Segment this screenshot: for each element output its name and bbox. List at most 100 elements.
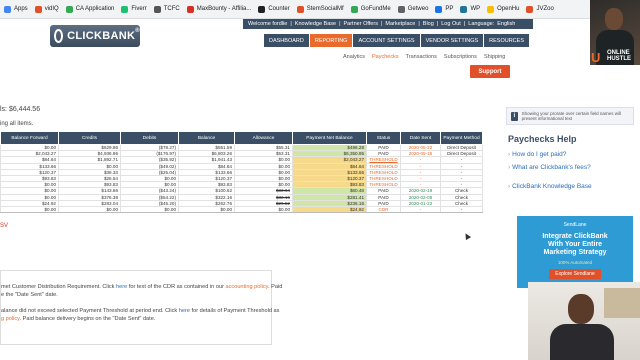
- chevron-right-icon: ›: [508, 151, 511, 158]
- bookmark-label: Apps: [14, 6, 28, 12]
- help-link-knowledge-base[interactable]: › ClickBank Knowledge Base: [508, 183, 592, 190]
- subnav-analytics[interactable]: Analytics: [343, 54, 365, 60]
- main-nav: DASHBOARD REPORTING ACCOUNT SETTINGS VENDOR…: [264, 34, 530, 47]
- bookmark-item[interactable]: JVZoo: [526, 5, 554, 13]
- ad-cta-button[interactable]: Explore Sendlane: [549, 269, 601, 279]
- help-link-label: What are Clickbank's fees?: [512, 164, 591, 171]
- nav-tab-resources[interactable]: RESOURCES: [484, 34, 529, 47]
- column-header: Allowance: [234, 131, 293, 145]
- clickbank-header: Welcome fordlie | Knowledge Base | Partner O…: [0, 19, 640, 63]
- topnav-separator: |: [463, 21, 466, 27]
- bookmark-favicon-icon: [153, 5, 161, 13]
- topnav-link[interactable]: Knowledge Base: [295, 21, 336, 27]
- footnotes-box: met Customer Distribution Requirement. C…: [0, 270, 282, 345]
- footnote-link[interactable]: here: [116, 284, 127, 290]
- footnote-line: met Customer Distribution Requirement. C…: [1, 283, 282, 291]
- table-cell: $0.00: [0, 205, 59, 214]
- table-cell[interactable]: THRESHOLD: [366, 168, 401, 176]
- bookmark-favicon-icon: [121, 5, 129, 13]
- footnote-text: . Paid balance delivery begins on the "D…: [19, 316, 156, 322]
- subnav-paychecks[interactable]: Paychecks: [372, 54, 399, 60]
- clickbank-logo[interactable]: CLICKBANK ®: [50, 25, 140, 47]
- topnav-link[interactable]: Welcome fordlie: [248, 21, 287, 27]
- paychecks-table: Balance Forward Credits Debits Balance Allow…: [0, 131, 483, 214]
- topnav-link[interactable]: Blog: [423, 21, 434, 27]
- nav-tab-account-settings[interactable]: ACCOUNT SETTINGS: [353, 34, 420, 47]
- subnav-transactions[interactable]: Transactions: [406, 54, 437, 60]
- bookmark-favicon-icon: [34, 5, 42, 13]
- bookmark-favicon-icon: [186, 5, 194, 13]
- support-label: Support: [478, 68, 502, 75]
- footnote-line: e the "Date Sent" date.: [1, 291, 271, 299]
- bookmark-item[interactable]: Getweo: [397, 5, 428, 13]
- presenter-head: [568, 294, 594, 324]
- table-cell[interactable]: THRESHOLD: [366, 156, 401, 164]
- bookmark-favicon-icon: [526, 5, 534, 13]
- help-link-fees[interactable]: › What are Clickbank's fees?: [508, 164, 591, 171]
- ad-title-line: Integrate ClickBank: [542, 233, 608, 240]
- table-row[interactable]: $0.00 $0.00 $0.00 $0.00 $0.00 $24.92 CDR - -: [0, 205, 483, 214]
- table-cell[interactable]: THRESHOLD: [366, 174, 401, 183]
- footnote-text: alance did not exceed selected Payment T…: [1, 308, 179, 314]
- download-csv-link[interactable]: SV: [0, 223, 8, 229]
- bookmark-favicon-icon: [460, 5, 468, 13]
- column-header: Status: [366, 131, 401, 145]
- nav-tab-vendor-settings[interactable]: VENDOR SETTINGS: [420, 34, 484, 47]
- help-title: Paychecks Help: [508, 134, 577, 144]
- bookmark-item[interactable]: Fiverr: [121, 5, 147, 13]
- bookmark-item[interactable]: CA Application: [65, 5, 114, 13]
- bookmark-item[interactable]: TCFC: [153, 5, 180, 13]
- bookmark-item[interactable]: Apps: [4, 5, 28, 13]
- bookmark-item[interactable]: PP: [435, 5, 454, 13]
- nav-tab-reporting[interactable]: REPORTING: [309, 34, 353, 47]
- bookmark-item[interactable]: WP: [460, 5, 480, 13]
- bookmark-label: PP: [445, 6, 454, 12]
- chevron-right-icon: ›: [508, 164, 511, 171]
- topnav-link[interactable]: Marketplace: [385, 21, 415, 27]
- bookmark-item[interactable]: vidIQ: [34, 5, 59, 13]
- footnote-link[interactable]: here: [179, 308, 190, 314]
- bookmark-item[interactable]: Counter: [258, 5, 290, 13]
- help-link-label: ClickBank Knowledge Base: [512, 183, 592, 190]
- bookmark-label: Counter: [268, 6, 290, 12]
- topnav-separator: |: [418, 21, 420, 27]
- bookmark-favicon-icon: [4, 5, 11, 13]
- topnav-link[interactable]: English: [497, 21, 515, 27]
- bookmark-label: MaxBounty - Affilia...: [196, 6, 252, 12]
- logo-initial: U: [591, 50, 601, 65]
- bookmark-item[interactable]: OpenHu: [487, 5, 519, 13]
- column-header: Credits: [58, 131, 121, 145]
- info-notice: i Showing your prorate over certain fiel…: [506, 107, 634, 125]
- bookmark-item[interactable]: StemSocialMf: [296, 5, 344, 13]
- topnav-link[interactable]: Log Out: [441, 21, 461, 27]
- sendlane-ad[interactable]: SendLane Integrate ClickBank With Your E…: [517, 216, 633, 288]
- subnav-subscriptions[interactable]: Subscriptions: [444, 54, 477, 60]
- nav-tab-dashboard[interactable]: DASHBOARD: [264, 34, 309, 47]
- support-button[interactable]: Support: [470, 65, 510, 78]
- footnote-text: . Paid: [268, 284, 283, 290]
- table-cell[interactable]: THRESHOLD: [366, 162, 401, 170]
- mouse-cursor-icon: [462, 231, 472, 241]
- info-icon: i: [511, 111, 518, 121]
- table-cell[interactable]: CDR: [366, 205, 401, 214]
- table-cell[interactable]: THRESHOLD: [366, 181, 401, 189]
- bookmark-item[interactable]: MaxBounty - Affilia...: [186, 5, 252, 13]
- bookmark-label: JVZoo: [536, 6, 554, 12]
- topnav-link[interactable]: Partner Offers: [344, 21, 378, 27]
- logo-line-2: HUSTLE: [607, 56, 631, 62]
- logo-trademark: ®: [135, 28, 140, 34]
- help-link-label: How do I get paid?: [512, 151, 567, 158]
- help-link-get-paid[interactable]: › How do I get paid?: [508, 151, 566, 158]
- ad-title-line: Marketing Strategy: [543, 249, 607, 256]
- table-cell: -: [400, 205, 441, 214]
- bookmark-item[interactable]: GoFundMe: [350, 5, 391, 13]
- footnote-text: e the "Date Sent" date.: [1, 292, 58, 298]
- footnote-link[interactable]: accounting policy: [226, 284, 269, 290]
- subnav-shipping[interactable]: Shipping: [484, 54, 505, 60]
- ad-title-line: With Your Entire: [547, 241, 603, 248]
- topnav-link[interactable]: Language:: [468, 21, 494, 27]
- clickbank-logo-icon: [54, 29, 64, 43]
- presenter-body: [550, 324, 614, 360]
- footnote-link[interactable]: g policy: [1, 316, 20, 322]
- reporting-subnav: Analytics Paychecks Transactions Subscripti…: [343, 52, 512, 61]
